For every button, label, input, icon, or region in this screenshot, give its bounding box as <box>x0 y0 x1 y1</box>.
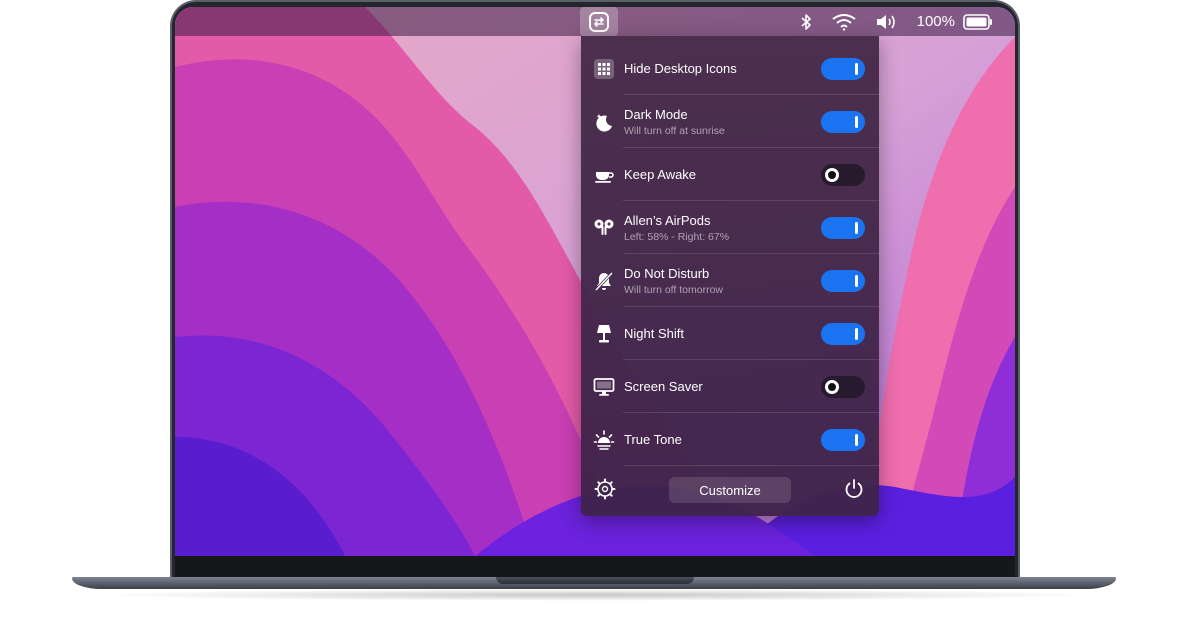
airpods-toggle[interactable] <box>821 217 865 239</box>
wifi-icon[interactable] <box>831 13 857 31</box>
row-title: True Tone <box>624 432 682 447</box>
divider <box>623 147 879 148</box>
row-airpods[interactable]: Allen’s AirPods Left: 58% - Right: 67% <box>581 202 879 254</box>
airpods-icon <box>593 217 615 239</box>
hide-desktop-icons-toggle[interactable] <box>821 58 865 80</box>
monitor-icon <box>593 376 615 398</box>
row-do-not-disturb[interactable]: Do Not Disturb Will turn off tomorrow <box>581 255 879 307</box>
do-not-disturb-toggle[interactable] <box>821 270 865 292</box>
row-dark-mode[interactable]: Dark Mode Will turn off at sunrise <box>581 96 879 148</box>
divider <box>623 94 879 95</box>
row-keep-awake[interactable]: Keep Awake <box>581 149 879 201</box>
app-switch-icon[interactable] <box>580 7 618 36</box>
laptop-base-notch <box>496 577 694 584</box>
row-title: Keep Awake <box>624 167 697 182</box>
row-subtitle: Left: 58% - Right: 67% <box>624 230 730 243</box>
screen: 100% Hide Desktop Icons Dark Mode Will t… <box>175 7 1015 556</box>
sun-icon <box>593 429 615 451</box>
battery-icon[interactable] <box>963 13 993 30</box>
screen-saver-toggle[interactable] <box>821 376 865 398</box>
row-title: Screen Saver <box>624 379 703 394</box>
bell-slash-icon <box>593 270 615 292</box>
cup-icon <box>593 164 615 186</box>
divider <box>623 306 879 307</box>
true-tone-toggle[interactable] <box>821 429 865 451</box>
power-icon[interactable] <box>843 478 865 500</box>
gear-icon[interactable] <box>594 478 616 500</box>
divider <box>623 200 879 201</box>
row-subtitle: Will turn off at sunrise <box>624 124 725 137</box>
row-title: Allen’s AirPods <box>624 212 711 228</box>
row-subtitle: Will turn off tomorrow <box>624 283 723 296</box>
night-shift-toggle[interactable] <box>821 323 865 345</box>
dark-mode-toggle[interactable] <box>821 111 865 133</box>
moon-icon <box>593 111 615 133</box>
volume-icon[interactable] <box>875 13 899 31</box>
row-title: Hide Desktop Icons <box>624 61 737 76</box>
menu-bar: 100% <box>175 7 1015 36</box>
battery-percent: 100% <box>916 13 955 30</box>
row-night-shift[interactable]: Night Shift <box>581 308 879 360</box>
divider <box>623 359 879 360</box>
keep-awake-toggle[interactable] <box>821 164 865 186</box>
customize-button[interactable]: Customize <box>669 477 791 503</box>
laptop-shadow <box>90 589 1100 601</box>
panel-footer: Customize <box>581 464 879 516</box>
lamp-icon <box>593 323 615 345</box>
row-title: Night Shift <box>624 326 684 341</box>
bluetooth-icon[interactable] <box>799 13 813 31</box>
row-title: Do Not Disturb <box>624 265 710 281</box>
divider <box>623 412 879 413</box>
row-hide-desktop-icons[interactable]: Hide Desktop Icons <box>581 43 879 95</box>
screen-bezel-bottom <box>175 556 1015 578</box>
grid-icon <box>593 58 615 80</box>
divider <box>623 253 879 254</box>
row-screen-saver[interactable]: Screen Saver <box>581 361 879 413</box>
row-true-tone[interactable]: True Tone <box>581 414 879 466</box>
row-title: Dark Mode <box>624 106 688 122</box>
quick-toggles-panel: Hide Desktop Icons Dark Mode Will turn o… <box>581 36 879 516</box>
